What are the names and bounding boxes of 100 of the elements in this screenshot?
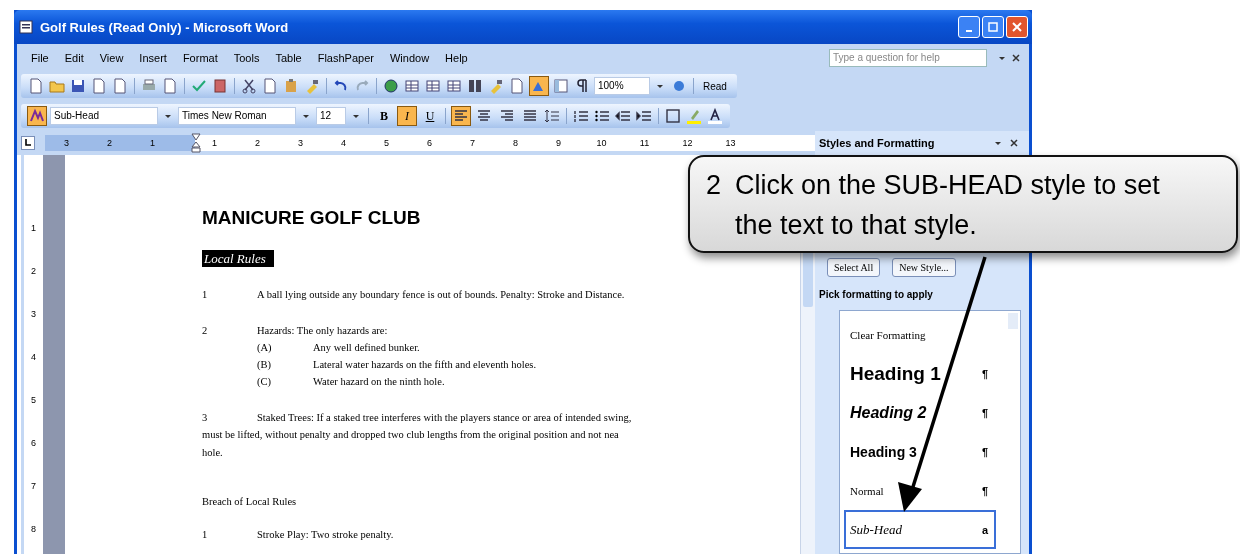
section-heading: Breach of Local Rules (202, 496, 298, 507)
ruler-number: 11 (638, 138, 651, 148)
align-button[interactable] (451, 106, 471, 126)
ruler-number: 5 (31, 395, 36, 407)
rule-number: 3 (202, 411, 209, 425)
underline-button[interactable]: U (420, 106, 440, 126)
ruler-number: 7 (469, 138, 476, 148)
menu-item[interactable]: Edit (56, 51, 92, 64)
align-lines-icon (523, 110, 537, 122)
ruler-number: 2 (106, 138, 113, 148)
ruler-number: 7 (31, 481, 36, 493)
menu-item[interactable]: Tools (225, 51, 268, 64)
menu-item[interactable]: FlashPaper (309, 51, 382, 64)
document-icon (18, 19, 34, 35)
help-search-field[interactable]: Type a question for help (829, 48, 987, 67)
font-size-dropdown[interactable]: 12 (316, 107, 346, 125)
callout-text: Click on the SUB-HEAD style to set the text to that style. (735, 169, 1161, 242)
styles-icon[interactable] (27, 106, 47, 126)
close-icon[interactable] (1012, 53, 1020, 62)
font-dropdown[interactable]: Times New Roman (178, 107, 296, 125)
close-icon (1012, 22, 1022, 32)
ruler-number: 3 (31, 309, 36, 321)
ruler-number: 13 (724, 138, 737, 148)
item-letter: (B) (257, 358, 272, 372)
rule-number: 2 (202, 324, 209, 338)
document-icon[interactable] (90, 77, 108, 95)
align-lines-icon (500, 110, 514, 122)
scissors-icon[interactable] (240, 77, 258, 95)
minimize-button[interactable] (958, 16, 980, 38)
item-letter: (C) (257, 375, 272, 389)
style-item[interactable]: Heading 1 ¶ (844, 354, 996, 393)
line-spacing-icon[interactable] (543, 107, 561, 125)
item-letter: (A) (257, 341, 273, 355)
item-text: Water hazard on the ninth hole. (313, 375, 445, 389)
ruler-number: 1 (31, 223, 36, 235)
menu-item[interactable]: Format (174, 51, 226, 64)
dropdown-arrow-icon[interactable] (352, 112, 360, 120)
document-icon[interactable] (161, 77, 179, 95)
rule-text: Hazards: The only hazards are: (257, 324, 388, 338)
style-item[interactable]: Normal ¶ (844, 471, 996, 510)
rule-text: must be lifted, without penalty and dropped two club lengths from the original position and not nea (202, 428, 620, 442)
menu-item[interactable]: Help (437, 51, 476, 64)
align-lines-icon (477, 110, 491, 122)
maximize-button[interactable] (982, 16, 1004, 38)
pane-button[interactable]: Select All (827, 258, 881, 277)
dropdown-arrow-icon[interactable] (994, 139, 1002, 147)
drawing-icon[interactable] (529, 76, 549, 96)
step-number: 2 (706, 169, 722, 202)
table-icon[interactable] (403, 77, 421, 95)
menu-item[interactable]: File (23, 51, 57, 64)
ruler-number: 1 (211, 138, 218, 148)
read-button[interactable]: Read (699, 80, 731, 92)
ruler-number: 8 (512, 138, 519, 148)
ruler-number: 3 (297, 138, 304, 148)
ruler-number: 10 (595, 138, 608, 148)
ruler-number: 6 (426, 138, 433, 148)
ruler-number: 2 (31, 266, 36, 278)
close-button[interactable] (1006, 16, 1028, 38)
dropdown-arrow-icon[interactable] (656, 82, 664, 90)
menu-item[interactable]: Table (267, 51, 310, 64)
menu-item[interactable]: View (91, 51, 132, 64)
menu-item[interactable]: Window (381, 51, 438, 64)
rule-text: hole. (202, 446, 224, 460)
document-icon[interactable] (27, 77, 45, 95)
style-dropdown[interactable]: Sub-Head (50, 107, 158, 125)
style-item[interactable]: Heading 2 ¶ (844, 393, 996, 432)
sub-heading: Local Rules (202, 250, 274, 267)
bold-button[interactable]: B (374, 106, 394, 126)
ruler-number: 6 (31, 438, 36, 450)
italic-button[interactable]: I (397, 106, 417, 126)
menu-item[interactable]: Insert (131, 51, 175, 64)
style-item[interactable]: Sub-Head a (844, 510, 996, 549)
maximize-icon (988, 22, 998, 32)
rule-text: Stroke Play: Two stroke penalty. (257, 528, 394, 542)
indent-marker-icon[interactable] (191, 133, 201, 153)
ruler-number: 5 (383, 138, 390, 148)
table-icon[interactable] (424, 77, 442, 95)
ruler-number: 4 (340, 138, 347, 148)
ruler-number: 8 (31, 524, 36, 536)
minimize-icon (966, 29, 972, 32)
close-icon[interactable] (1010, 139, 1018, 147)
dropdown-arrow-icon[interactable] (164, 112, 172, 120)
style-item[interactable]: Heading 3 ¶ (844, 432, 996, 471)
document-icon[interactable] (508, 77, 526, 95)
ruler-number: 3 (63, 138, 70, 148)
border-icon[interactable] (664, 107, 682, 125)
pane-label: Pick formatting to apply (819, 289, 934, 300)
document-icon[interactable] (111, 77, 129, 95)
rule-text: Staked Trees: If a staked tree interferes with the players stance or area of intended swing, (257, 411, 632, 425)
font-color-icon[interactable] (706, 107, 724, 125)
style-item[interactable]: Clear Formatting (844, 315, 996, 354)
document-title: MANICURE GOLF CLUB (202, 207, 421, 229)
tab-selector-icon[interactable] (21, 136, 35, 150)
zoom-dropdown[interactable]: 100% (594, 77, 650, 95)
pane-button[interactable]: New Style... (892, 258, 956, 277)
ruler-number: 9 (555, 138, 562, 148)
dropdown-arrow-icon[interactable] (302, 112, 310, 120)
align-lines-icon (454, 110, 468, 122)
table-icon[interactable] (445, 77, 463, 95)
pane-title: Styles and Formatting (819, 137, 936, 149)
